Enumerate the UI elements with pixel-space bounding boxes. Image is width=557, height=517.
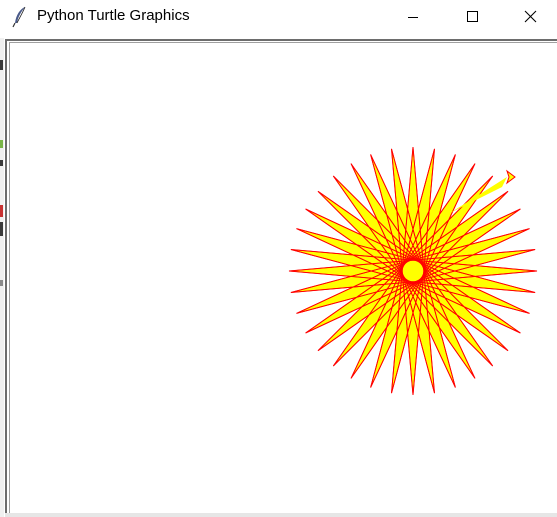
- minimize-icon: [408, 17, 418, 18]
- feather-icon: [12, 6, 28, 28]
- turtle-drawing: [288, 146, 538, 396]
- turtle-window: Python Turtle Graphics: [0, 0, 557, 517]
- maximize-button[interactable]: [449, 0, 495, 34]
- canvas-bottom-edge: [5, 513, 557, 517]
- close-button[interactable]: [508, 0, 554, 34]
- window-title: Python Turtle Graphics: [37, 7, 190, 24]
- window-left-edge: [0, 38, 4, 517]
- title-bar[interactable]: Python Turtle Graphics: [0, 0, 557, 34]
- center-dot: [403, 261, 423, 281]
- close-icon: [524, 10, 537, 23]
- minimize-button[interactable]: [390, 0, 436, 34]
- maximize-icon: [467, 11, 478, 22]
- turtle-cursor-icon: [506, 169, 516, 185]
- turtle-canvas-frame: [5, 39, 557, 517]
- turtle-canvas[interactable]: [9, 42, 557, 515]
